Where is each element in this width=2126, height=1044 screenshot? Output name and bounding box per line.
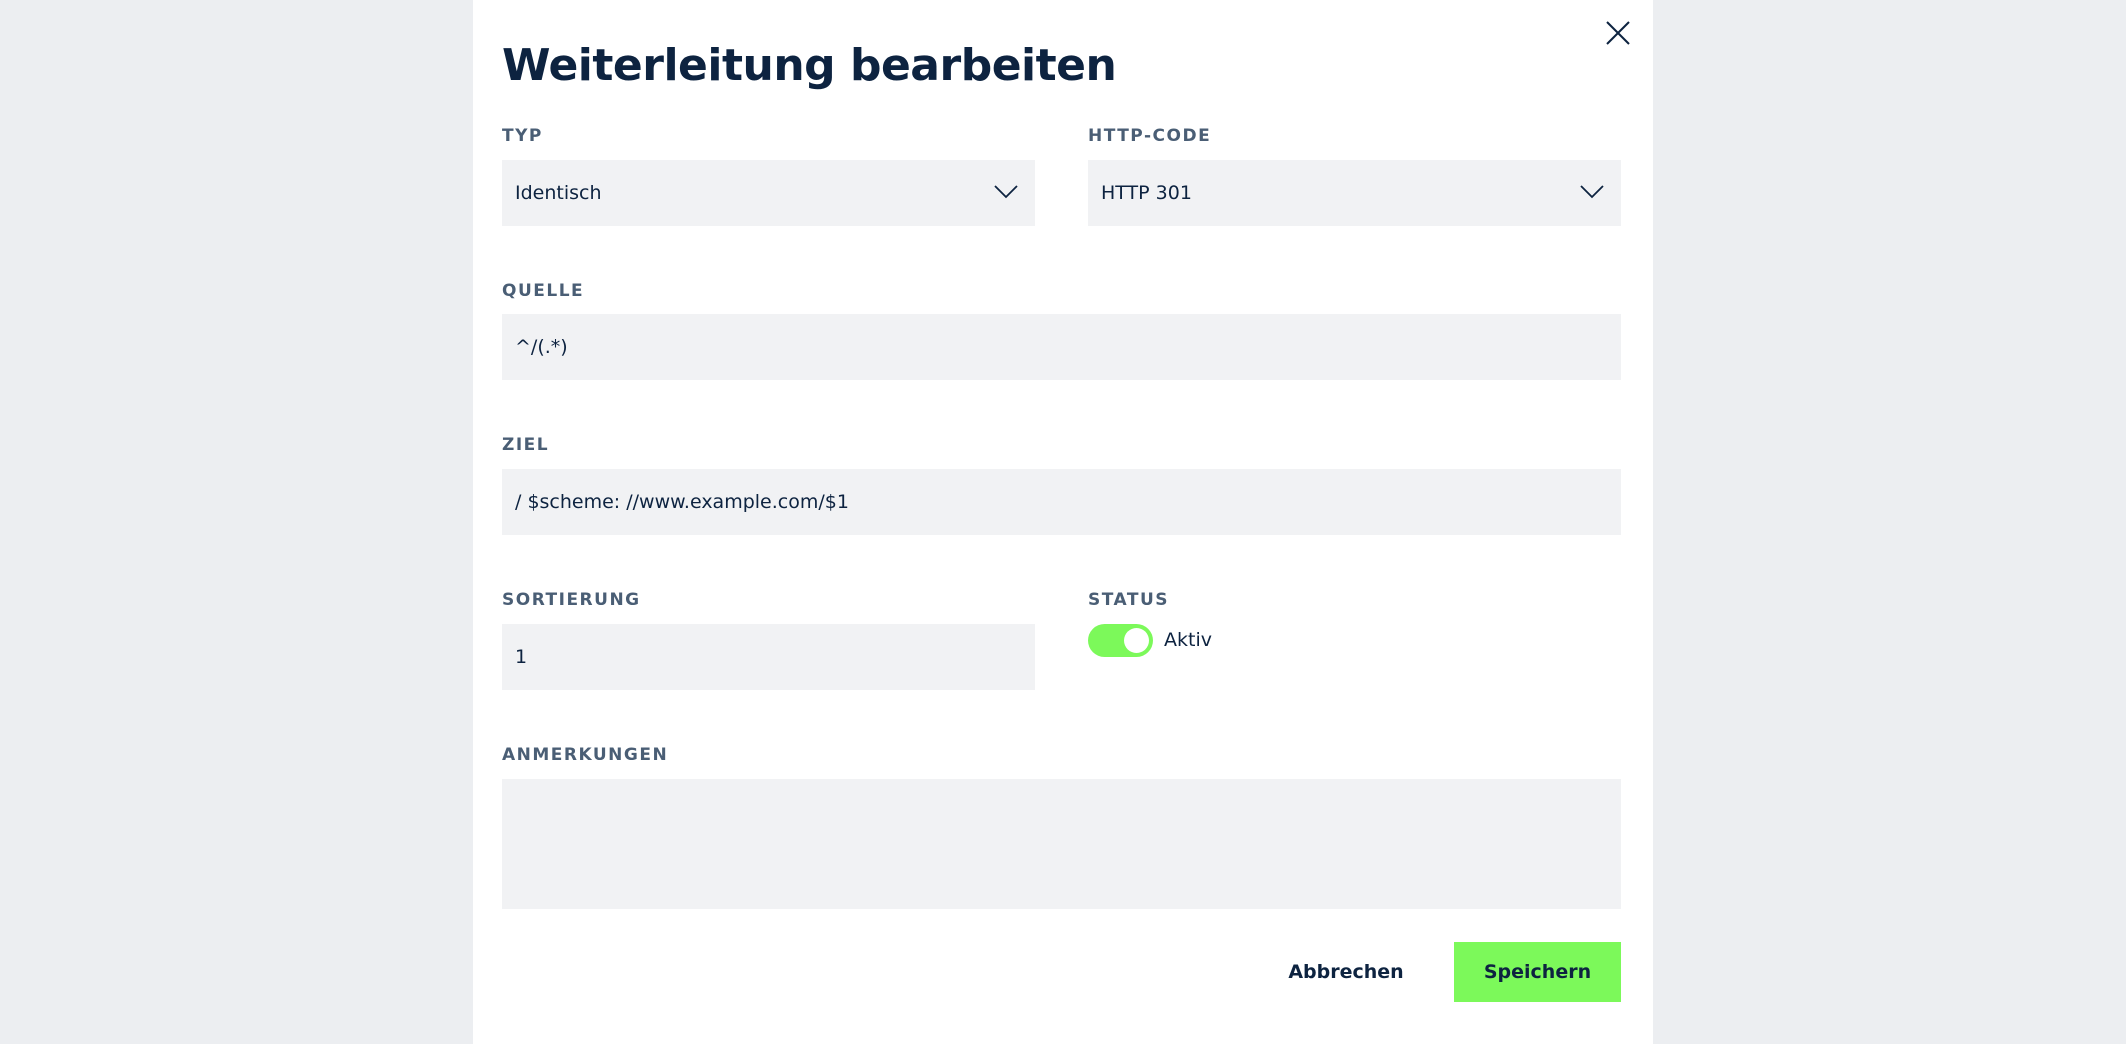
chevron-down-icon xyxy=(1579,184,1605,200)
close-icon xyxy=(1606,21,1630,45)
quelle-label: QUELLE xyxy=(502,281,585,301)
anmerkungen-textarea[interactable] xyxy=(502,779,1621,909)
typ-select[interactable]: Identisch xyxy=(502,160,1035,226)
typ-value: Identisch xyxy=(515,182,602,204)
cancel-button[interactable]: Abbrechen xyxy=(1261,942,1431,1002)
http-code-value: HTTP 301 xyxy=(1101,182,1192,204)
sortierung-input[interactable]: 1 xyxy=(502,624,1035,690)
ziel-value: / $scheme: //www.example.com/$1 xyxy=(515,491,849,513)
save-button[interactable]: Speichern xyxy=(1454,942,1621,1002)
sortierung-value: 1 xyxy=(515,646,528,668)
http-code-label: HTTP-CODE xyxy=(1088,126,1212,146)
status-label: STATUS xyxy=(1088,590,1170,610)
status-toggle-label: Aktiv xyxy=(1164,629,1212,651)
http-code-select[interactable]: HTTP 301 xyxy=(1088,160,1621,226)
close-button[interactable] xyxy=(1602,17,1634,49)
chevron-down-icon xyxy=(993,184,1019,200)
status-toggle[interactable] xyxy=(1088,624,1153,657)
quelle-input[interactable]: ^/(.*) xyxy=(502,314,1621,380)
sortierung-label: SORTIERUNG xyxy=(502,590,641,610)
anmerkungen-label: ANMERKUNGEN xyxy=(502,745,669,765)
toggle-knob xyxy=(1124,628,1149,653)
dialog-title: Weiterleitung bearbeiten xyxy=(502,40,1117,91)
ziel-label: ZIEL xyxy=(502,435,550,455)
ziel-input[interactable]: / $scheme: //www.example.com/$1 xyxy=(502,469,1621,535)
typ-label: TYP xyxy=(502,126,543,146)
quelle-value: ^/(.*) xyxy=(515,336,568,358)
edit-redirect-dialog: Weiterleitung bearbeiten TYP Identisch H… xyxy=(473,0,1653,1044)
